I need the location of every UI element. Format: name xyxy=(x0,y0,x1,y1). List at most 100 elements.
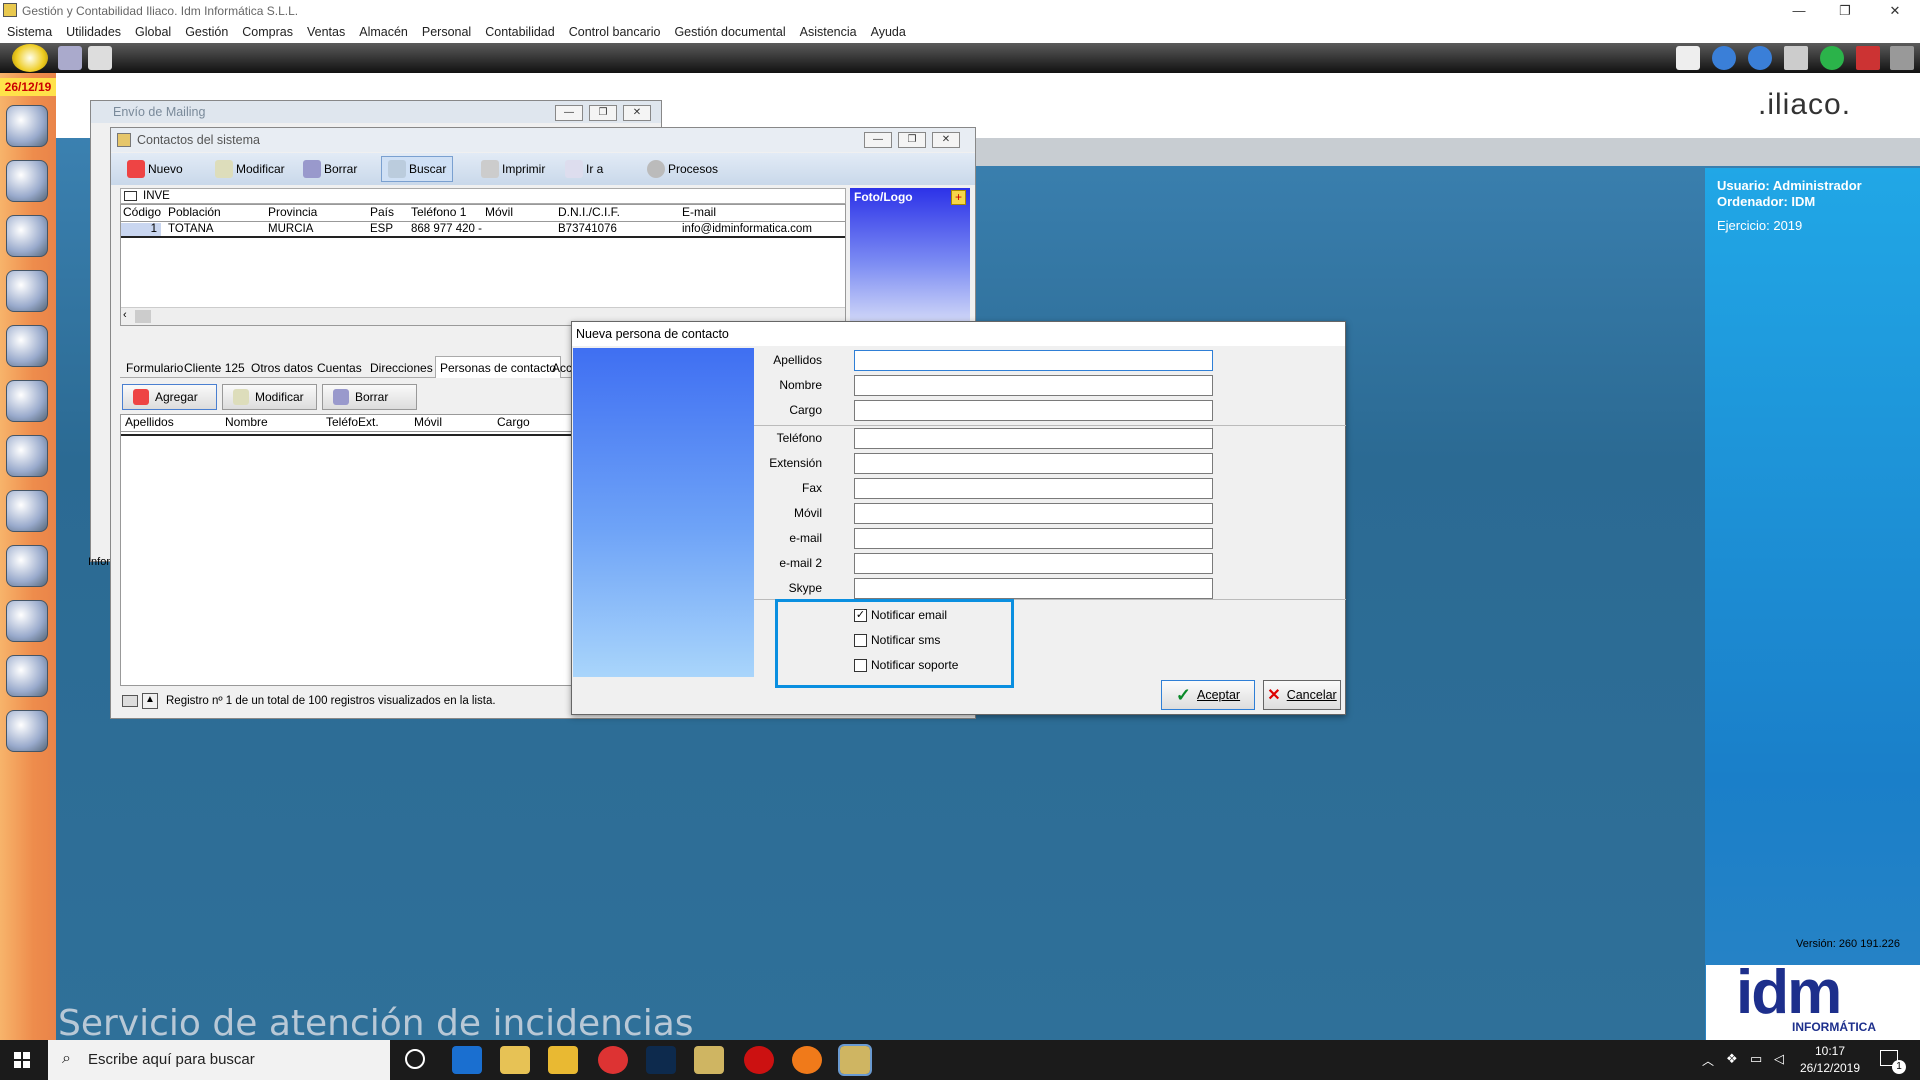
fax-field[interactable] xyxy=(854,478,1213,499)
tab-direcciones[interactable]: Direcciones xyxy=(370,361,433,375)
menu-utilidades[interactable]: Utilidades xyxy=(59,22,128,43)
nuevo-button[interactable]: Nuevo xyxy=(121,156,189,182)
sub-col-ext[interactable]: Ext. xyxy=(358,415,379,429)
sub-table-row[interactable] xyxy=(121,433,589,436)
mailing-max-button[interactable]: ❐ xyxy=(589,105,617,121)
p-launcher-icon[interactable] xyxy=(6,380,48,422)
col-telefono[interactable]: Teléfono 1 xyxy=(411,205,466,219)
sub-col-apellidos[interactable]: Apellidos xyxy=(125,415,174,429)
menu-asistencia[interactable]: Asistencia xyxy=(793,22,864,43)
tab-otros-datos[interactable]: Otros datos xyxy=(251,361,313,375)
cargo-field[interactable] xyxy=(854,400,1213,421)
collapse-icon[interactable]: ▲ xyxy=(142,693,158,709)
photoshop-icon[interactable] xyxy=(646,1046,676,1074)
scroll-left-icon[interactable]: ‹ xyxy=(123,309,127,321)
sub-col-movil[interactable]: Móvil xyxy=(414,415,442,429)
cancelar-button[interactable]: ✕ Cancelar xyxy=(1263,680,1341,710)
apellidos-field[interactable] xyxy=(854,350,1213,371)
sub-col-telefono[interactable]: Teléfo xyxy=(326,415,358,429)
tab-cuentas[interactable]: Cuentas xyxy=(317,361,362,375)
buscar-button[interactable]: Buscar xyxy=(381,156,454,182)
exit-icon[interactable] xyxy=(1890,46,1914,70)
windows-start-icon[interactable] xyxy=(14,1052,30,1068)
nombre-field[interactable] xyxy=(854,375,1213,396)
sub-col-cargo[interactable]: Cargo xyxy=(497,415,530,429)
folder-launcher-icon[interactable] xyxy=(6,600,48,642)
col-provincia[interactable]: Provincia xyxy=(268,205,317,219)
minimize-button[interactable]: — xyxy=(1776,0,1822,22)
close-button[interactable]: ✕ xyxy=(1872,0,1918,22)
add-photo-icon[interactable]: + xyxy=(951,190,966,205)
iliaco-active-icon[interactable] xyxy=(838,1044,872,1076)
menu-compras[interactable]: Compras xyxy=(235,22,300,43)
client-launcher-icon[interactable] xyxy=(6,215,48,257)
tab-cliente-125[interactable]: Cliente 125 xyxy=(184,361,245,375)
chrome-icon[interactable] xyxy=(598,1046,628,1074)
col-pais[interactable]: País xyxy=(370,205,394,219)
firefox-icon[interactable] xyxy=(792,1046,822,1074)
forward-arrow-icon[interactable] xyxy=(1748,46,1772,70)
ir-a-button[interactable]: Ir a xyxy=(559,156,609,182)
close-window-icon[interactable] xyxy=(1856,46,1880,70)
menu-contabilidad[interactable]: Contabilidad xyxy=(478,22,562,43)
fc-launcher-icon[interactable] xyxy=(6,490,48,532)
email-field[interactable] xyxy=(854,528,1213,549)
users-icon[interactable] xyxy=(58,46,82,70)
mailing-close-button[interactable]: ✕ xyxy=(623,105,651,121)
disc-launcher-icon[interactable] xyxy=(6,710,48,752)
menu-sistema[interactable]: Sistema xyxy=(0,22,59,43)
restore-button[interactable]: ❐ xyxy=(1822,0,1868,22)
taskbar-search-input[interactable]: Escribe aquí para buscar xyxy=(88,1051,255,1068)
scroll-thumb[interactable] xyxy=(135,310,151,323)
f-launcher-icon[interactable] xyxy=(6,435,48,477)
envelope-icon[interactable] xyxy=(1676,46,1700,70)
iliaco-app-icon[interactable] xyxy=(500,1046,530,1074)
menu-global[interactable]: Global xyxy=(128,22,178,43)
aceptar-button[interactable]: ✓ Aceptar xyxy=(1161,680,1255,710)
creditor-launcher-icon[interactable] xyxy=(6,325,48,367)
dropbox-icon[interactable]: ❖ xyxy=(1726,1051,1738,1067)
network-icon[interactable]: ▭ xyxy=(1750,1051,1762,1067)
home-orb-icon[interactable] xyxy=(12,44,48,72)
email-2-field[interactable] xyxy=(854,553,1213,574)
menu-almacen[interactable]: Almacén xyxy=(352,22,415,43)
search-input[interactable]: INVE xyxy=(143,190,170,202)
window-list-icon[interactable] xyxy=(1784,46,1808,70)
file-explorer-icon[interactable] xyxy=(548,1046,578,1074)
col-movil[interactable]: Móvil xyxy=(485,205,513,219)
menu-control-bancario[interactable]: Control bancario xyxy=(562,22,668,43)
provider-launcher-icon[interactable] xyxy=(6,270,48,312)
dx-icon[interactable] xyxy=(744,1046,774,1074)
clock-time[interactable]: 10:17 xyxy=(1798,1044,1862,1058)
contacts-min-button[interactable]: — xyxy=(864,132,892,148)
extension-field[interactable] xyxy=(854,453,1213,474)
menu-ayuda[interactable]: Ayuda xyxy=(864,22,913,43)
tray-chevron-icon[interactable]: ︿ xyxy=(1702,1052,1714,1069)
modificar-button[interactable]: Modificar xyxy=(209,156,291,182)
table-row[interactable]: 1 TOTANA MURCIA ESP 868 977 420 - B73741… xyxy=(121,223,845,238)
menu-gestion[interactable]: Gestión xyxy=(178,22,235,43)
col-poblacion[interactable]: Población xyxy=(168,205,221,219)
clock-date[interactable]: 26/12/2019 xyxy=(1798,1061,1862,1075)
back-arrow-icon[interactable] xyxy=(1712,46,1736,70)
volume-icon[interactable]: ◁ xyxy=(1774,1051,1784,1067)
procesos-button[interactable]: Procesos xyxy=(641,156,724,182)
products-launcher-icon[interactable] xyxy=(6,545,48,587)
sub-borrar-button[interactable]: Borrar xyxy=(322,384,417,410)
status-view-icon[interactable] xyxy=(122,695,138,707)
task-view-icon[interactable] xyxy=(405,1049,425,1069)
iliaco-window-icon[interactable] xyxy=(694,1046,724,1074)
list-launcher-icon[interactable] xyxy=(6,655,48,697)
col-codigo[interactable]: Código xyxy=(123,205,161,219)
agenda-launcher-icon[interactable] xyxy=(6,160,48,202)
menu-ventas[interactable]: Ventas xyxy=(300,22,352,43)
sub-col-nombre[interactable]: Nombre xyxy=(225,415,268,429)
edge-icon[interactable] xyxy=(452,1046,482,1074)
col-dni[interactable]: D.N.I./C.I.F. xyxy=(558,205,620,219)
menu-personal[interactable]: Personal xyxy=(415,22,478,43)
menu-gestion-documental[interactable]: Gestión documental xyxy=(667,22,792,43)
contacts-max-button[interactable]: ❐ xyxy=(898,132,926,148)
movil-field[interactable] xyxy=(854,503,1213,524)
tab-formulario[interactable]: Formulario xyxy=(126,361,183,375)
tab-personas-contacto[interactable]: Personas de contacto xyxy=(435,356,562,378)
